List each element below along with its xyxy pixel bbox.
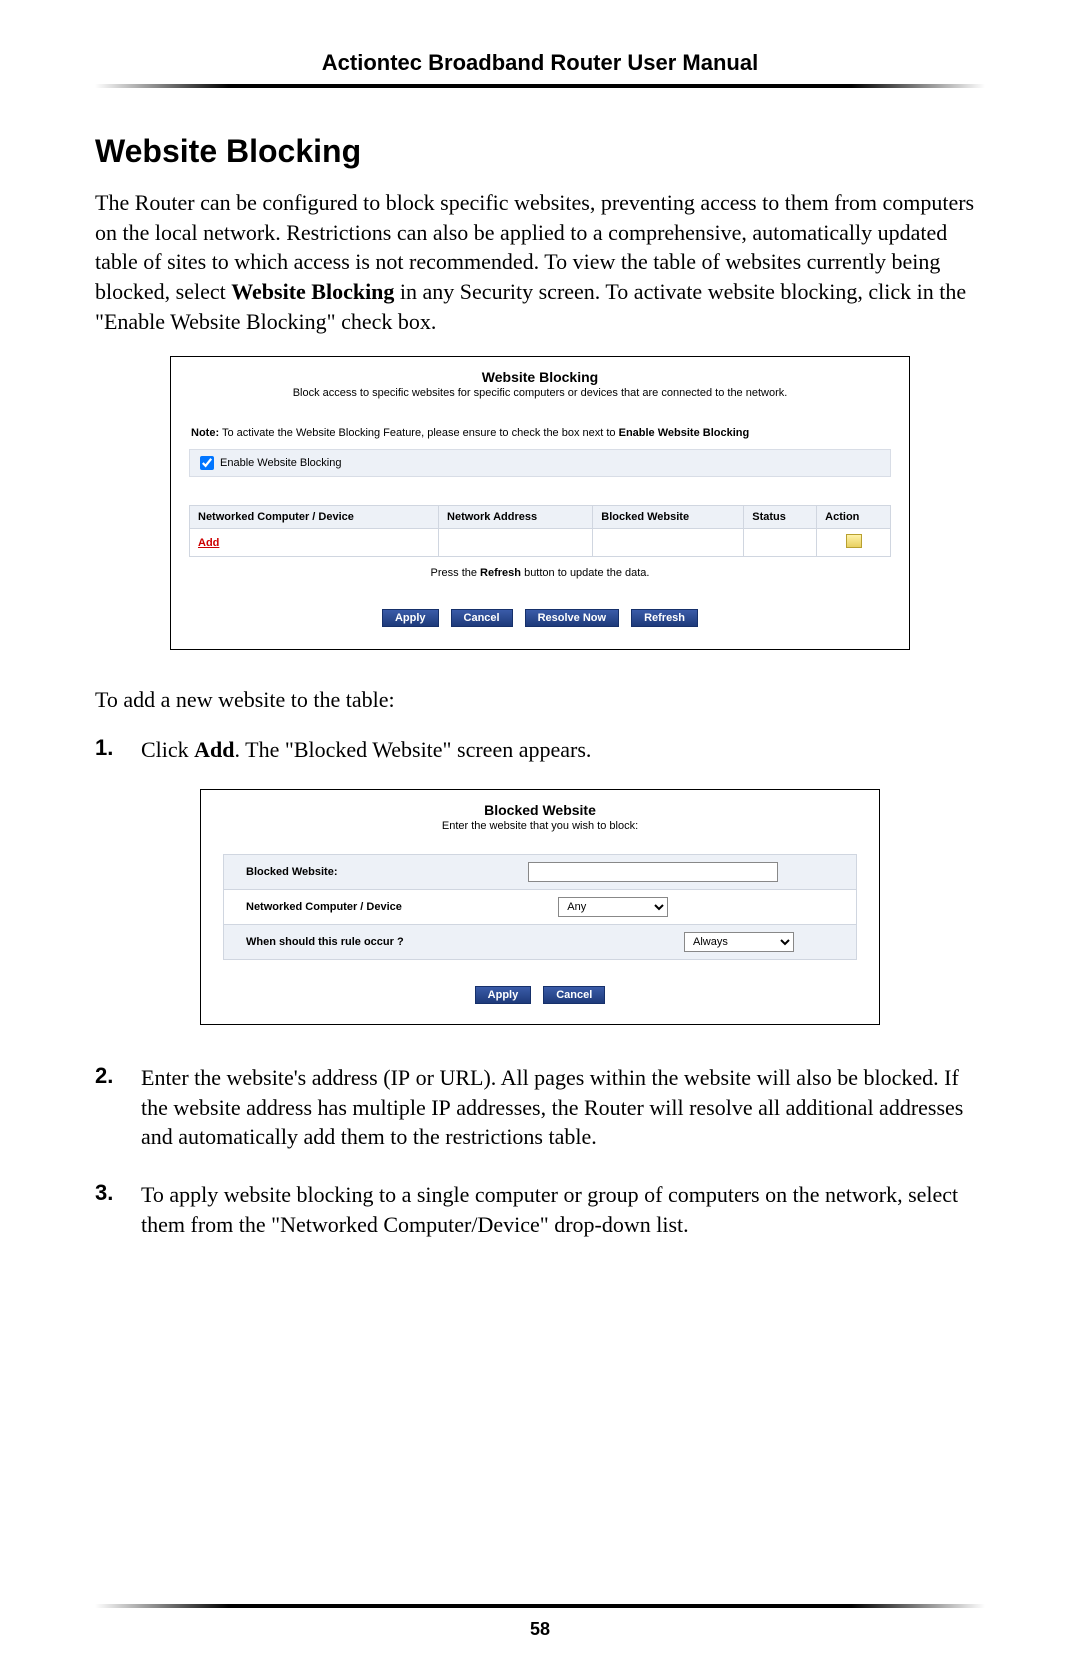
step-1: 1. Click Add. The "Blocked Website" scre…: [95, 735, 985, 765]
fig1-note: Note: To activate the Website Blocking F…: [171, 427, 909, 439]
blocked-website-input[interactable]: [528, 862, 778, 882]
table-header-row: Networked Computer / Device Network Addr…: [190, 506, 891, 529]
header-rule: [95, 84, 985, 88]
col-action: Action: [817, 506, 891, 529]
step2-url: URL: [439, 1065, 483, 1090]
website-blocking-figure: Website Blocking Block access to specifi…: [170, 356, 910, 650]
fig1-subtitle: Block access to specific websites for sp…: [171, 387, 909, 399]
refresh-note-bold: Refresh: [480, 567, 521, 579]
enable-website-blocking-label: Enable Website Blocking: [220, 457, 341, 469]
section-heading: Website Blocking: [95, 133, 985, 170]
footer-rule: [95, 1604, 985, 1608]
col-address: Network Address: [439, 506, 593, 529]
step1-pre: Click: [141, 737, 194, 762]
refresh-button[interactable]: Refresh: [631, 609, 698, 627]
fig2-subtitle: Enter the website that you wish to block…: [201, 820, 879, 832]
action-edit-icon[interactable]: [846, 534, 862, 548]
fig1-note-prefix: Note:: [191, 427, 219, 439]
step-2: 2. Enter the website's address (IP or UR…: [95, 1063, 985, 1152]
page-number: 58: [0, 1619, 1080, 1640]
networked-device-select[interactable]: Any: [558, 897, 668, 917]
refresh-note-pre: Press the: [431, 567, 481, 579]
step1-post: . The "Blocked Website" screen appears.: [235, 737, 592, 762]
step2-num: 2.: [95, 1063, 123, 1152]
col-device: Networked Computer / Device: [190, 506, 439, 529]
enable-website-blocking-checkbox[interactable]: [200, 456, 214, 470]
fig2-row2-label: Networked Computer / Device: [246, 901, 528, 913]
step1-bold: Add: [194, 737, 234, 762]
fig1-note-mid: To activate the Website Blocking Feature…: [219, 427, 619, 439]
fig2-cancel-button[interactable]: Cancel: [543, 986, 605, 1004]
intro-paragraph: The Router can be configured to block sp…: [95, 188, 985, 336]
fig2-row-schedule: When should this rule occur ? Always: [224, 925, 856, 960]
step2-ip: IP: [391, 1065, 411, 1090]
fig1-title: Website Blocking: [171, 369, 909, 385]
intro-bold: Website Blocking: [231, 279, 394, 304]
step3-text: To apply website blocking to a single co…: [141, 1180, 985, 1239]
enable-website-blocking-row: Enable Website Blocking: [189, 449, 891, 477]
fig2-apply-button[interactable]: Apply: [475, 986, 532, 1004]
table-row: Add: [190, 529, 891, 557]
add-link[interactable]: Add: [198, 537, 219, 549]
fig2-row-blocked-website: Blocked Website:: [224, 855, 856, 890]
apply-button[interactable]: Apply: [382, 609, 439, 627]
step-3: 3. To apply website blocking to a single…: [95, 1180, 985, 1239]
fig2-title: Blocked Website: [201, 802, 879, 818]
col-blocked: Blocked Website: [593, 506, 744, 529]
step2-text: Enter the website's address (IP or URL).…: [141, 1063, 985, 1152]
step2-a: Enter the website's address (: [141, 1065, 391, 1090]
step2-b: or: [410, 1065, 439, 1090]
blocking-table: Networked Computer / Device Network Addr…: [189, 505, 891, 557]
lead2: To add a new website to the table:: [95, 685, 985, 715]
schedule-select[interactable]: Always: [684, 932, 794, 952]
step3-num: 3.: [95, 1180, 123, 1239]
refresh-note-post: button to update the data.: [521, 567, 649, 579]
fig1-button-row: Apply Cancel Resolve Now Refresh: [171, 609, 909, 627]
resolve-now-button[interactable]: Resolve Now: [525, 609, 619, 627]
header-title: Actiontec Broadband Router User Manual: [95, 50, 985, 76]
step1-text: Click Add. The "Blocked Website" screen …: [141, 735, 985, 765]
cancel-button[interactable]: Cancel: [451, 609, 513, 627]
fig1-note-bold: Enable Website Blocking: [619, 427, 750, 439]
fig2-row-device: Networked Computer / Device Any: [224, 890, 856, 925]
fig2-button-row: Apply Cancel: [201, 986, 879, 1004]
fig2-row1-label: Blocked Website:: [246, 866, 528, 878]
step2-ip2: IP: [431, 1095, 451, 1120]
col-status: Status: [744, 506, 817, 529]
refresh-note: Press the Refresh button to update the d…: [171, 567, 909, 579]
step1-num: 1.: [95, 735, 123, 765]
fig2-row3-label: When should this rule occur ?: [246, 936, 528, 948]
blocked-website-figure: Blocked Website Enter the website that y…: [200, 789, 880, 1025]
